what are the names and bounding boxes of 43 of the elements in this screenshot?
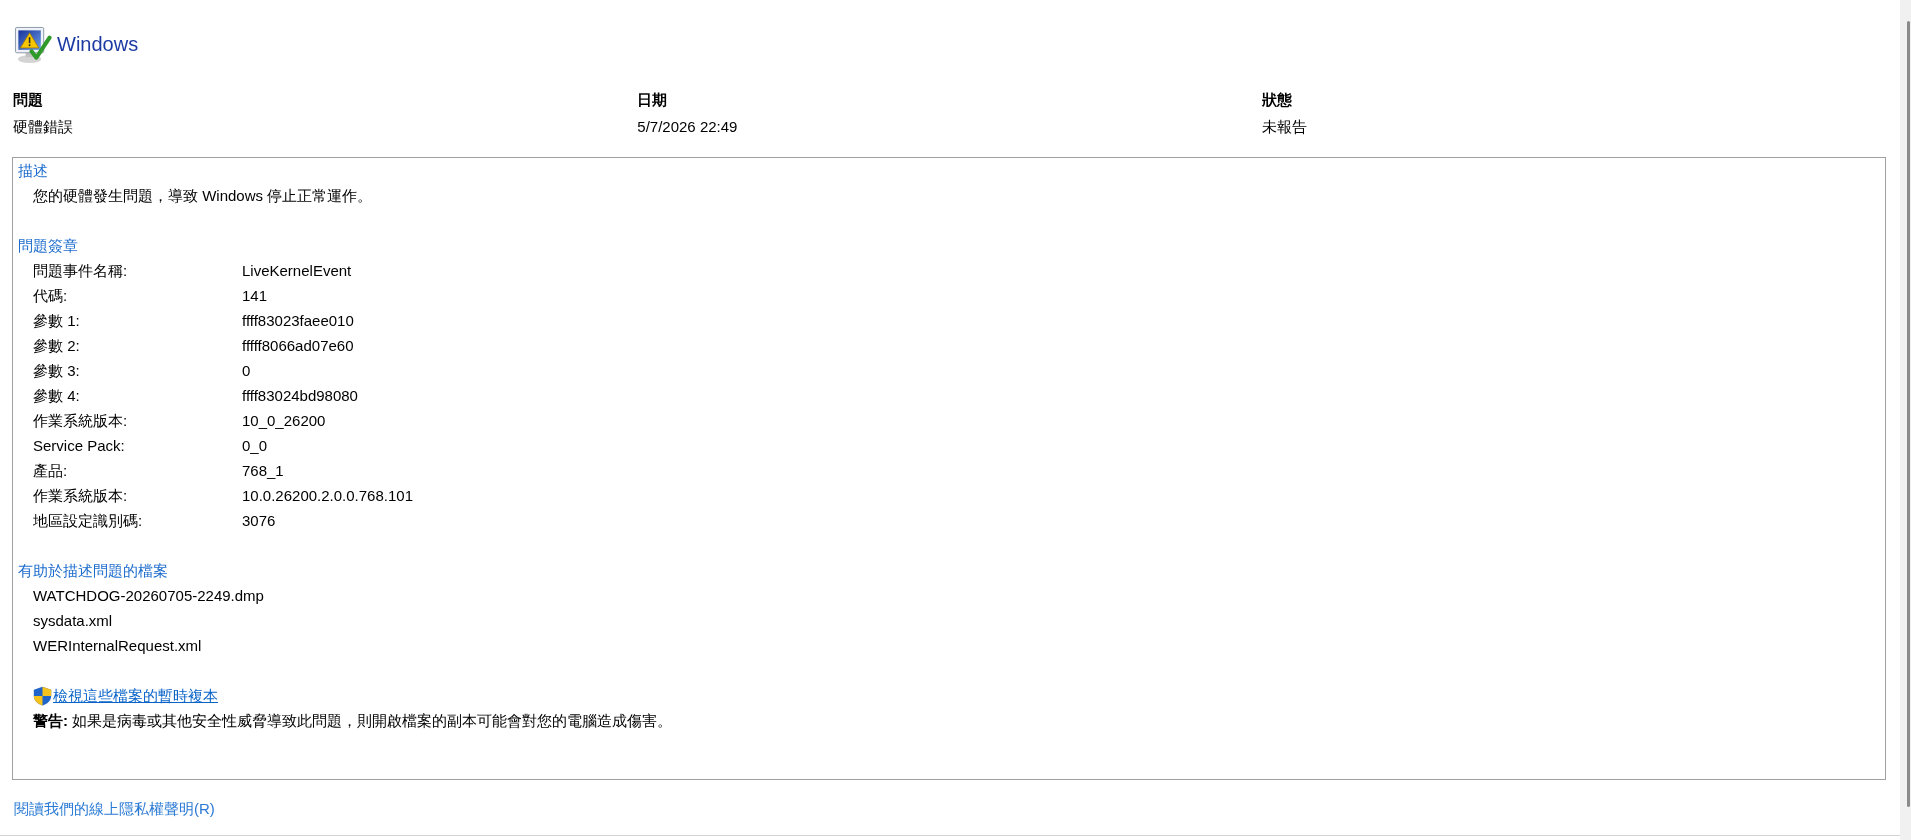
field-label: 參數 1: [33, 311, 80, 331]
field-label: 參數 2: [33, 336, 80, 356]
view-copies-link[interactable]: 檢視這些檔案的暫時複本 [53, 684, 218, 707]
field-value: LiveKernelEvent [242, 261, 352, 281]
monitor-warning-icon [13, 24, 52, 64]
shield-icon [33, 685, 52, 706]
field-value: 141 [242, 286, 268, 306]
column-value: 5/7/2026 22:49 [637, 117, 738, 137]
description-text: 您的硬體發生問題，導致 Windows 停止正常運作。 [33, 186, 373, 206]
field-value: 0_0 [242, 436, 268, 456]
privacy-link[interactable]: 閱讀我們的線上隱私權聲明(R) [14, 796, 215, 821]
scrollbar-track[interactable] [1900, 0, 1911, 840]
field-label: 參數 4: [33, 386, 80, 406]
section-heading: 問題簽章 [18, 236, 78, 256]
file-name: sysdata.xml [33, 611, 113, 631]
field-value: ffff83024bd98080 [242, 386, 358, 406]
field-label: 產品: [33, 461, 68, 481]
field-value: 0 [242, 361, 251, 381]
column-heading: 問題 [13, 90, 43, 110]
field-value: 10.0.26200.2.0.0.768.101 [242, 486, 413, 506]
column-value: 未報告 [1261, 117, 1307, 137]
field-label: Service Pack: [33, 436, 125, 456]
window-title: Windows [57, 32, 139, 57]
scrollbar-thumb[interactable] [1907, 21, 1910, 807]
warning-text: 警告: 如果是病毒或其他安全性威脅導致此問題，則開啟檔案的副本可能會對您的電腦造成傷害。 [33, 711, 673, 731]
column-heading: 狀態 [1261, 90, 1292, 110]
field-value: 10_0_26200 [242, 411, 326, 431]
field-value: ffff83023faee010 [242, 311, 354, 331]
field-value: 768_1 [242, 461, 284, 481]
column-heading: 日期 [637, 90, 668, 110]
field-value: 3076 [242, 511, 276, 531]
field-label: 參數 3: [33, 361, 80, 381]
file-name: WATCHDOG-20260705-2249.dmp [33, 586, 264, 606]
column-value: 硬體錯誤 [13, 117, 73, 137]
field-label: 作業系統版本: [33, 411, 128, 431]
field-label: 代碼: [33, 286, 68, 306]
section-heading: 描述 [18, 161, 48, 181]
field-label: 問題事件名稱: [33, 261, 128, 281]
field-label: 地區設定識別碼: [33, 511, 143, 531]
file-name: WERInternalRequest.xml [33, 636, 202, 656]
field-label: 作業系統版本: [33, 486, 128, 506]
section-heading: 有助於描述問題的檔案 [18, 561, 168, 581]
field-value: fffff8066ad07e60 [242, 336, 354, 356]
